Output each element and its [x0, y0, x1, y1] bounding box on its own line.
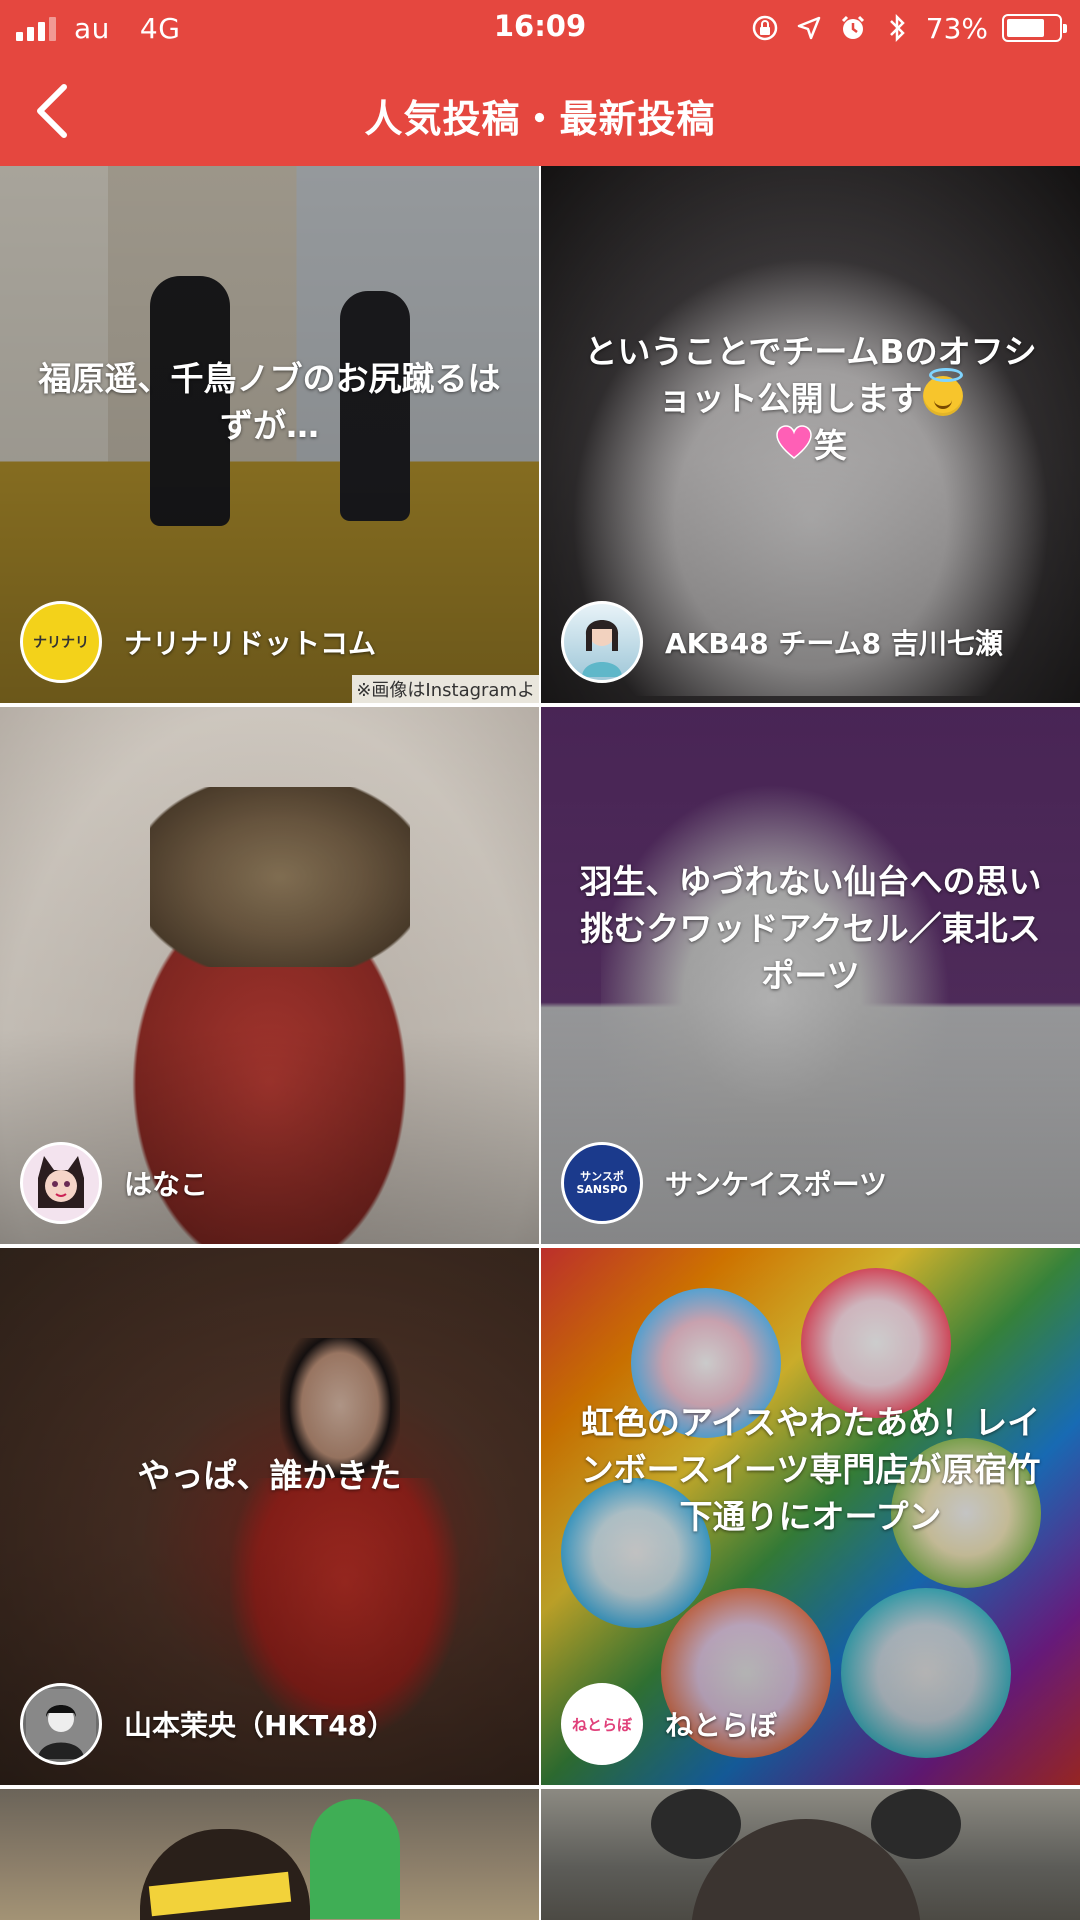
author-name: はなこ	[124, 1168, 209, 1201]
author-name: AKB48 チーム8 吉川七瀬	[665, 627, 1003, 660]
image-source-note: ※画像はInstagramよ	[352, 675, 539, 703]
avatar: ナリナリ	[20, 601, 102, 683]
author-name: 山本茉央（HKT48）	[124, 1709, 396, 1742]
avatar	[561, 601, 643, 683]
header: au 4G 16:09 73% 人気投稿・最新投稿	[0, 0, 1080, 166]
battery-percent: 73%	[925, 11, 988, 45]
avatar-logo-text: ナリナリ	[33, 635, 89, 651]
status-right: 73%	[750, 10, 1067, 46]
author-name: ねとらぼ	[665, 1709, 778, 1742]
page-title: 人気投稿・最新投稿	[364, 97, 716, 141]
post-title: 福原遥、千鳥ノブのお尻蹴るはずが…	[38, 359, 501, 445]
author-name: サンケイスポーツ	[665, 1168, 888, 1201]
author-name: ナリナリドットコム	[124, 627, 377, 660]
post-title-tail: 笑	[814, 425, 847, 465]
location-icon	[794, 13, 824, 43]
sparkling-heart-icon	[774, 423, 814, 463]
photo-mascot	[310, 1799, 400, 1919]
photo-mouse-ear	[651, 1789, 741, 1859]
post-card[interactable]: 虹色のアイスやわたあめ！レインボースイーツ専門店が原宿竹下通りにオープン ねとら…	[541, 1248, 1080, 1785]
post-title: 羽生、ゆづれない仙台への思い 挑むクワッドアクセル／東北スポーツ	[579, 862, 1075, 995]
post-card[interactable]: 福原遥、千鳥ノブのお尻蹴るはずが… ナリナリ ナリナリドットコム ※画像はIns…	[0, 166, 539, 703]
post-card[interactable]: はなこ	[0, 707, 539, 1244]
post-card[interactable]: やっぱ、誰かきた 山本茉央（HKT48）	[0, 1248, 539, 1785]
battery-icon	[1002, 14, 1067, 42]
post-author[interactable]: サンスポ SANSPO サンケイスポーツ	[561, 1142, 887, 1224]
post-title-text: ということでチームBのオフショット公開します	[584, 332, 1037, 418]
post-grid: 福原遥、千鳥ノブのお尻蹴るはずが… ナリナリ ナリナリドットコム ※画像はIns…	[0, 166, 1080, 1920]
post-card[interactable]: 羽生、ゆづれない仙台への思い 挑むクワッドアクセル／東北スポーツ サンスポ SA…	[541, 707, 1080, 1244]
avatar-logo-text: ねとらぼ	[571, 1715, 632, 1734]
post-card[interactable]: ということでチームBのオフショット公開します 笑 AKB48 チーム8 吉川七瀬	[541, 166, 1080, 703]
post-card[interactable]	[541, 1789, 1080, 1920]
battery-level-fill	[1007, 19, 1044, 37]
photo-mouse-ear	[871, 1789, 961, 1859]
post-author[interactable]: 山本茉央（HKT48）	[20, 1683, 395, 1765]
rotation-lock-icon	[750, 13, 780, 43]
avatar: サンスポ SANSPO	[561, 1142, 643, 1224]
bluetooth-icon	[882, 13, 912, 43]
post-title: ということでチームBのオフショット公開します 笑	[575, 329, 1046, 470]
smiling-face-with-halo-icon	[922, 367, 963, 416]
avatar: ねとらぼ	[561, 1683, 643, 1765]
post-author[interactable]: はなこ	[20, 1142, 208, 1224]
avatar	[20, 1683, 102, 1765]
avatar	[20, 1142, 102, 1224]
post-author[interactable]: ねとらぼ ねとらぼ	[561, 1683, 777, 1765]
alarm-icon	[838, 13, 868, 43]
post-author[interactable]: AKB48 チーム8 吉川七瀬	[561, 601, 1003, 683]
post-author[interactable]: ナリナリ ナリナリドットコム	[20, 601, 376, 683]
nav-bar: 人気投稿・最新投稿	[0, 56, 1080, 166]
post-title: やっぱ、誰かきた	[137, 1456, 402, 1495]
avatar-logo-text: サンスポ SANSPO	[576, 1169, 628, 1196]
post-title: 虹色のアイスやわたあめ！レインボースイーツ専門店が原宿竹下通りにオープン	[580, 1403, 1041, 1536]
post-card[interactable]	[0, 1789, 539, 1920]
status-bar: au 4G 16:09 73%	[0, 0, 1080, 56]
